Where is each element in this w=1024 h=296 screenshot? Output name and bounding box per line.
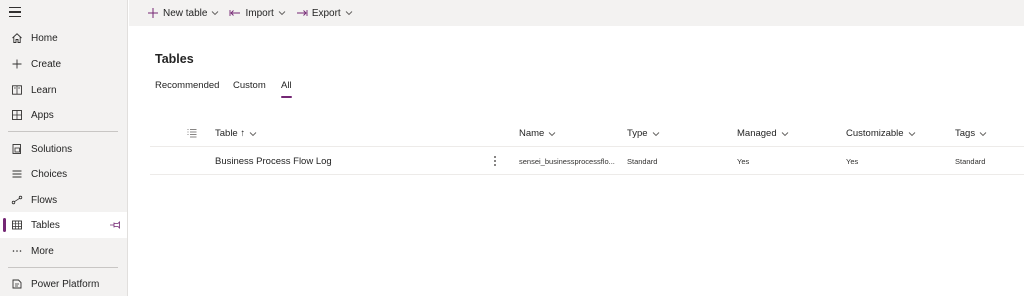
table-icon bbox=[10, 218, 24, 232]
home-icon bbox=[10, 31, 24, 45]
column-header-label: Managed bbox=[737, 128, 777, 139]
export-label: Export bbox=[311, 7, 341, 19]
ellipsis-icon bbox=[10, 244, 24, 258]
table-row[interactable]: Business Process Flow Log sensei_busines… bbox=[150, 148, 1024, 175]
nav-item-create[interactable]: Create bbox=[0, 51, 127, 77]
hamburger-menu-icon[interactable] bbox=[9, 5, 23, 19]
nav-divider bbox=[8, 267, 118, 268]
tab-all[interactable]: All bbox=[281, 80, 292, 98]
nav-label: More bbox=[31, 245, 54, 257]
nav-label: Flows bbox=[31, 194, 58, 206]
nav-item-learn[interactable]: Learn bbox=[0, 77, 127, 103]
plus-icon bbox=[10, 57, 24, 71]
import-label: Import bbox=[245, 7, 274, 19]
column-header-label: Name bbox=[519, 128, 545, 139]
column-header-name[interactable]: Name bbox=[519, 128, 556, 139]
column-header-managed[interactable]: Managed bbox=[737, 128, 789, 139]
column-header-label: Customizable bbox=[846, 128, 904, 139]
nav-label: Power Platform bbox=[31, 278, 100, 290]
new-table-label: New table bbox=[163, 7, 208, 19]
chevron-down-icon bbox=[908, 130, 916, 138]
cell-tags: Standard bbox=[955, 157, 986, 166]
apps-icon bbox=[10, 108, 24, 122]
book-icon bbox=[10, 83, 24, 97]
list-icon bbox=[10, 167, 24, 181]
flow-icon bbox=[10, 193, 24, 207]
chevron-down-icon bbox=[278, 9, 286, 17]
export-button[interactable]: Export bbox=[296, 7, 353, 19]
tab-custom[interactable]: Custom bbox=[233, 80, 266, 91]
column-header-label: Table ↑ bbox=[215, 128, 246, 139]
nav-divider bbox=[8, 131, 118, 132]
chevron-down-icon bbox=[211, 9, 219, 17]
chevron-down-icon bbox=[345, 9, 353, 17]
power-platform-icon bbox=[10, 277, 24, 291]
nav-item-more[interactable]: More bbox=[0, 238, 127, 264]
new-table-button[interactable]: New table bbox=[147, 7, 219, 19]
chevron-down-icon bbox=[249, 130, 257, 138]
export-arrow-icon bbox=[296, 7, 308, 19]
nav-item-apps[interactable]: Apps bbox=[0, 102, 127, 128]
plus-icon bbox=[147, 7, 159, 19]
cell-managed: Yes bbox=[737, 157, 750, 166]
import-arrow-icon bbox=[229, 7, 241, 19]
chevron-down-icon bbox=[781, 130, 789, 138]
left-nav: Home Create Learn Apps Solutions Choices bbox=[0, 0, 128, 296]
nav-item-solutions[interactable]: Solutions bbox=[0, 136, 127, 162]
nav-label: Solutions bbox=[31, 143, 73, 155]
list-options-icon[interactable] bbox=[187, 128, 197, 138]
chevron-down-icon bbox=[548, 130, 556, 138]
nav-label: Home bbox=[31, 32, 58, 44]
nav-label: Create bbox=[31, 58, 62, 70]
table-header: Table ↑ Name Type Managed Customizable T… bbox=[150, 120, 1024, 147]
nav-item-home[interactable]: Home bbox=[0, 25, 127, 51]
chevron-down-icon bbox=[652, 130, 660, 138]
nav-label: Choices bbox=[31, 168, 68, 180]
cell-customizable: Yes bbox=[846, 157, 859, 166]
nav-item-flows[interactable]: Flows bbox=[0, 187, 127, 213]
tab-recommended[interactable]: Recommended bbox=[155, 80, 219, 91]
nav-item-choices[interactable]: Choices bbox=[0, 161, 127, 187]
pin-icon[interactable] bbox=[109, 219, 121, 231]
chevron-down-icon bbox=[979, 130, 987, 138]
nav-label: Tables bbox=[31, 219, 60, 231]
import-button[interactable]: Import bbox=[229, 7, 286, 19]
nav-item-tables[interactable]: Tables bbox=[0, 212, 127, 238]
nav-label: Apps bbox=[31, 109, 54, 121]
cell-table[interactable]: Business Process Flow Log bbox=[215, 156, 332, 167]
cell-name: sensei_businessprocessflo... bbox=[519, 157, 615, 166]
column-header-label: Type bbox=[627, 128, 648, 139]
cell-type: Standard bbox=[627, 157, 658, 166]
command-bar: New table Import Export bbox=[129, 0, 1024, 26]
nav-item-power-platform[interactable]: Power Platform bbox=[0, 271, 127, 296]
page-title: Tables bbox=[155, 52, 194, 66]
nav-label: Learn bbox=[31, 84, 57, 96]
column-header-type[interactable]: Type bbox=[627, 128, 660, 139]
column-header-tags[interactable]: Tags bbox=[955, 128, 987, 139]
more-options-icon[interactable] bbox=[492, 154, 498, 168]
column-header-table[interactable]: Table ↑ bbox=[215, 128, 257, 139]
solutions-icon bbox=[10, 142, 24, 156]
column-header-label: Tags bbox=[955, 128, 976, 139]
column-header-customizable[interactable]: Customizable bbox=[846, 128, 916, 139]
